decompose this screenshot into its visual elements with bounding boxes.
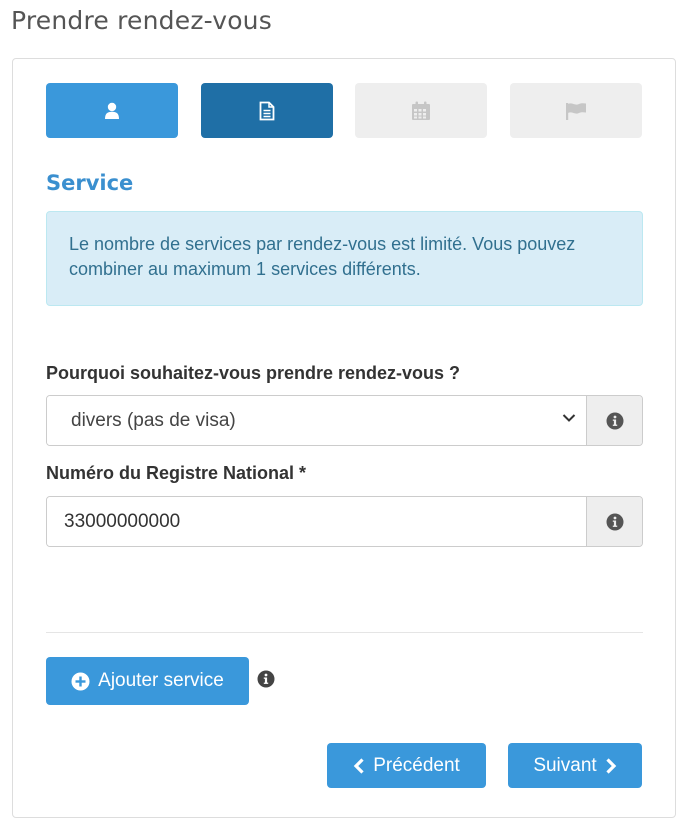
user-icon [105,102,119,119]
chevron-left-icon [353,757,364,774]
next-button[interactable]: Suivant [508,743,642,788]
reason-input-group: divers (pas de visa) [46,395,643,446]
reason-select-value: divers (pas de visa) [71,409,236,431]
booking-panel: Service Le nombre de services par rendez… [12,58,676,818]
chevron-down-icon [562,414,576,422]
chevron-right-icon [606,757,616,774]
previous-label: Précédent [373,754,460,776]
plus-circle-icon [71,672,90,690]
step-service[interactable] [201,83,333,138]
flag-icon [566,102,586,120]
wizard-steps [46,83,643,139]
alert-text: Le nombre de services par rendez-vous es… [69,234,576,279]
page-title: Prendre rendez-vous [11,6,272,35]
next-label: Suivant [533,754,597,776]
step-personal-info[interactable] [46,83,178,138]
step-date [355,83,487,138]
previous-button[interactable]: Précédent [327,743,486,788]
reason-info-button[interactable] [586,396,642,445]
calendar-icon [412,101,430,120]
add-service-label: Ajouter service [98,670,224,691]
divider [46,632,643,633]
add-service-info-button[interactable] [257,670,275,693]
nrn-info-button[interactable] [586,497,642,546]
nrn-label: Numéro du Registre National * [46,463,307,483]
nrn-input-value: 33000000000 [64,510,181,532]
reason-label: Pourquoi souhaitez-vous prendre rendez-v… [46,363,461,383]
nrn-input[interactable]: 33000000000 [47,497,586,546]
info-icon [257,670,275,688]
info-alert: Le nombre de services par rendez-vous es… [46,211,643,306]
document-icon [259,101,275,120]
info-icon [606,412,623,429]
nrn-input-group: 33000000000 [46,496,643,547]
add-service-button[interactable]: Ajouter service [46,657,249,705]
step-confirmation [510,83,642,138]
info-icon [606,513,623,530]
reason-select[interactable]: divers (pas de visa) [47,396,586,445]
section-title: Service [46,171,134,195]
